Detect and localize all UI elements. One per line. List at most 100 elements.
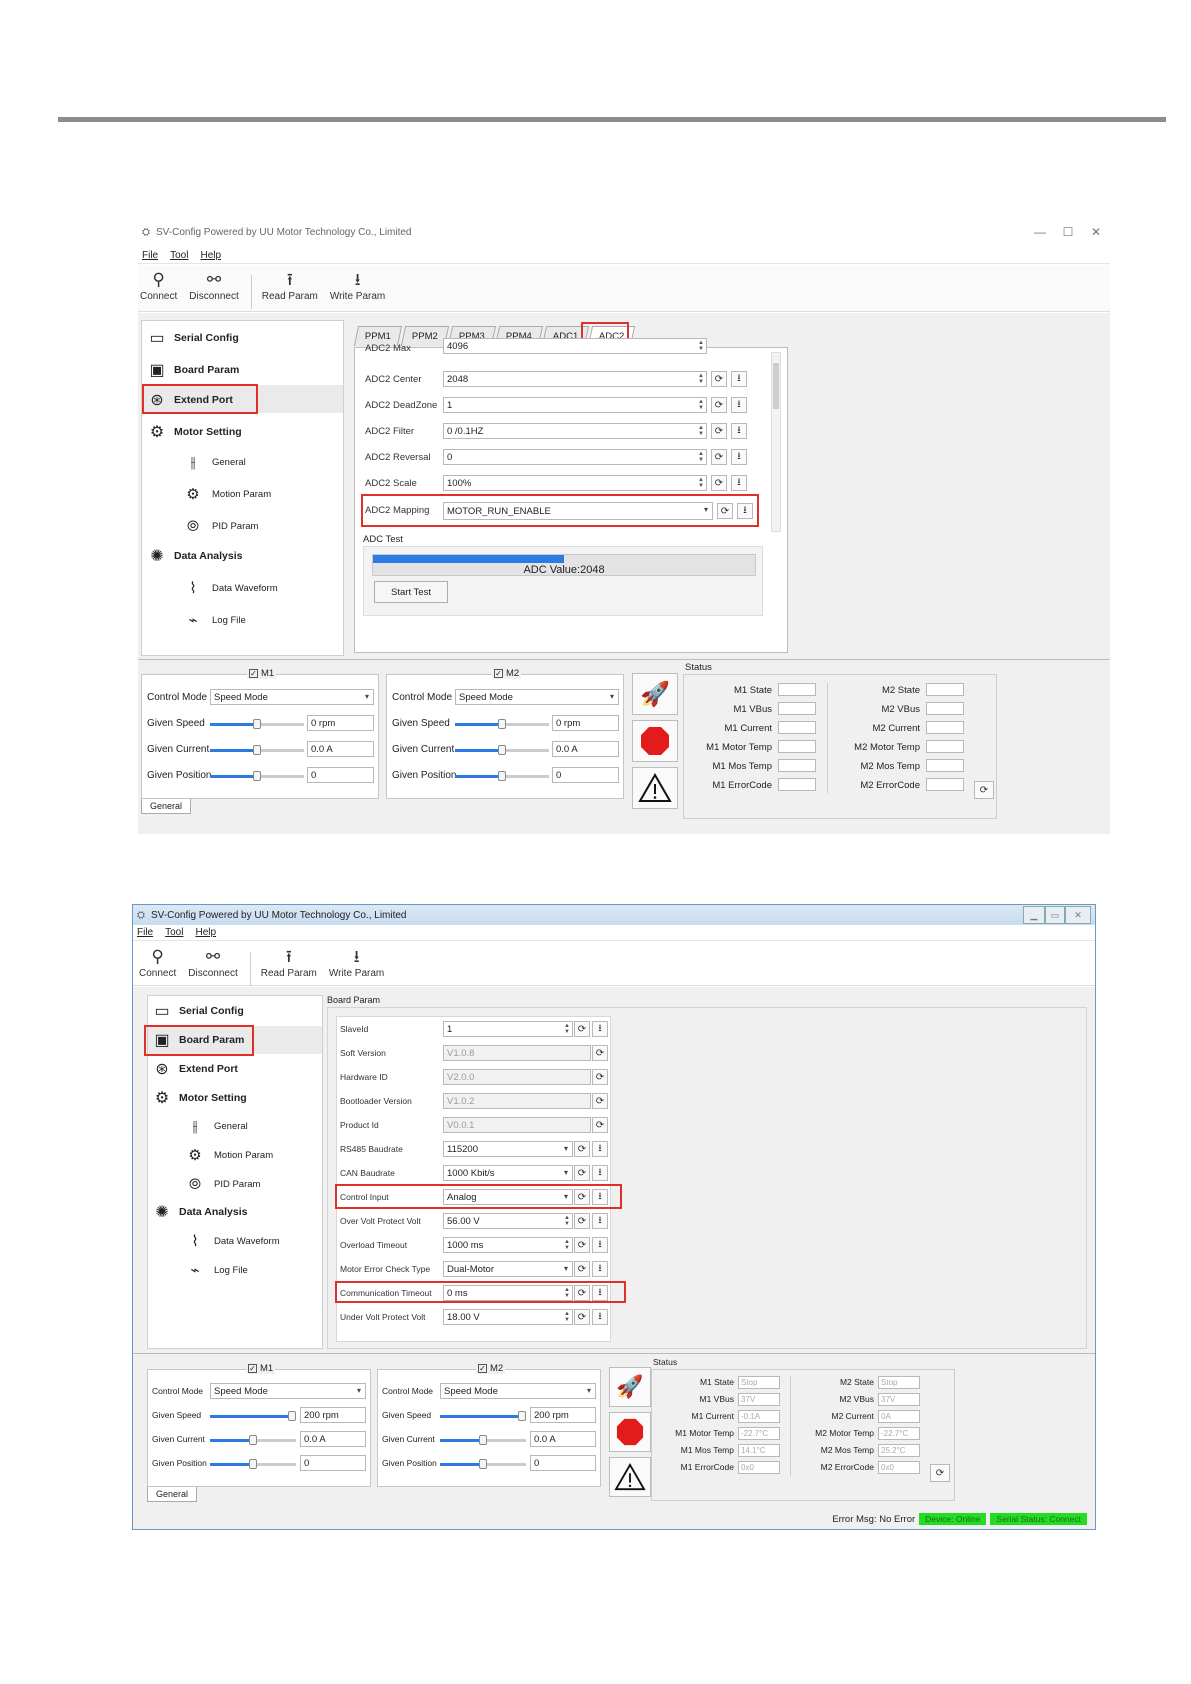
nav-motor-setting[interactable]: ⚙ Motor Setting xyxy=(145,421,242,443)
nav-pid-param[interactable]: ⦾ PID Param xyxy=(182,1173,260,1195)
m1-given-speed-input[interactable]: 200 rpm xyxy=(300,1407,366,1423)
download-icon[interactable]: ⭳ xyxy=(592,1213,608,1229)
download-icon[interactable]: ⭳ xyxy=(592,1165,608,1181)
run-button[interactable]: 🚀 xyxy=(609,1367,651,1407)
adc2-center-input[interactable]: 2048 ▲ ▼ xyxy=(443,371,707,387)
refresh-icon[interactable]: ⟳ xyxy=(711,371,727,387)
refresh-icon[interactable]: ⟳ xyxy=(574,1237,590,1253)
adc2-reversal-input[interactable]: 0 ▲ ▼ xyxy=(443,449,707,465)
stop-button[interactable] xyxy=(632,720,678,762)
menu-tool[interactable]: Tool xyxy=(165,927,183,938)
m2-given-current-input[interactable]: 0.0 A xyxy=(552,741,619,757)
warning-button[interactable] xyxy=(632,767,678,809)
tab-general-bottom[interactable]: General xyxy=(147,1487,198,1502)
nav-board-param[interactable]: ▣ Board Param xyxy=(145,359,239,381)
read-param-button[interactable]: ⭱ Read Param xyxy=(261,946,317,979)
m1-checkbox[interactable]: ✓ M1 xyxy=(247,668,277,679)
menu-file[interactable]: File xyxy=(137,927,153,938)
m2-checkbox[interactable]: ✓ M2 xyxy=(476,1363,506,1374)
m2-control-mode-select[interactable]: Speed Mode ▾ xyxy=(455,689,619,705)
nav-general[interactable]: ⫲ General xyxy=(180,451,246,473)
nav-data-analysis[interactable]: ✺ Data Analysis xyxy=(145,545,242,567)
refresh-icon[interactable]: ⟳ xyxy=(592,1117,608,1133)
refresh-icon[interactable]: ⟳ xyxy=(711,397,727,413)
m1-position-slider[interactable] xyxy=(210,1459,296,1469)
minimize-icon[interactable]: — xyxy=(1026,222,1054,242)
slider-knob[interactable] xyxy=(498,771,506,781)
under-volt-input[interactable]: 18.00 V ▲ ▼ xyxy=(443,1309,573,1325)
refresh-icon[interactable]: ⟳ xyxy=(574,1213,590,1229)
m1-control-mode-select[interactable]: Speed Mode ▾ xyxy=(210,689,374,705)
write-param-button[interactable]: ⭳ Write Param xyxy=(329,946,384,979)
overload-timeout-input[interactable]: 1000 ms ▲ ▼ xyxy=(443,1237,573,1253)
refresh-icon[interactable]: ⟳ xyxy=(574,1165,590,1181)
m2-given-position-input[interactable]: 0 xyxy=(530,1455,596,1471)
refresh-icon[interactable]: ⟳ xyxy=(592,1093,608,1109)
slider-knob[interactable] xyxy=(253,745,261,755)
m2-given-speed-input[interactable]: 200 rpm xyxy=(530,1407,596,1423)
nav-motion-param[interactable]: ⚙ Motion Param xyxy=(180,483,271,505)
nav-data-analysis[interactable]: ✺ Data Analysis xyxy=(150,1201,247,1223)
nav-log-file[interactable]: ⌁ Log File xyxy=(180,609,245,631)
disconnect-button[interactable]: ⚯ Disconnect xyxy=(189,269,238,302)
slider-knob[interactable] xyxy=(479,1459,487,1469)
spin-arrows-icon[interactable]: ▲ ▼ xyxy=(697,340,705,352)
refresh-icon[interactable]: ⟳ xyxy=(574,1141,590,1157)
m2-control-mode-select[interactable]: Speed Mode ▾ xyxy=(440,1383,596,1399)
download-icon[interactable]: ⭳ xyxy=(731,423,747,439)
refresh-status-icon[interactable]: ⟳ xyxy=(974,781,994,799)
nav-motion-param[interactable]: ⚙ Motion Param xyxy=(182,1144,273,1166)
nav-data-waveform[interactable]: ⌇ Data Waveform xyxy=(180,577,277,599)
menu-help[interactable]: Help xyxy=(195,927,216,938)
m2-position-slider[interactable] xyxy=(455,771,549,781)
read-param-button[interactable]: ⭱ Read Param xyxy=(262,269,318,302)
nav-serial-config[interactable]: ▭ Serial Config xyxy=(150,1000,243,1022)
nav-extend-port[interactable]: ⊛ Extend Port xyxy=(150,1058,238,1080)
maximize-icon[interactable]: ▭ xyxy=(1045,906,1065,924)
refresh-icon[interactable]: ⟳ xyxy=(574,1261,590,1277)
slider-knob[interactable] xyxy=(288,1411,296,1421)
slider-knob[interactable] xyxy=(253,719,261,729)
m2-current-slider[interactable] xyxy=(440,1435,526,1445)
download-icon[interactable]: ⭳ xyxy=(731,449,747,465)
download-icon[interactable]: ⭳ xyxy=(731,371,747,387)
slider-knob[interactable] xyxy=(249,1459,257,1469)
slider-knob[interactable] xyxy=(498,719,506,729)
m2-speed-slider[interactable] xyxy=(440,1411,526,1421)
m1-speed-slider[interactable] xyxy=(210,719,304,729)
refresh-icon[interactable]: ⟳ xyxy=(711,423,727,439)
connect-button[interactable]: ⚲ Connect xyxy=(139,946,176,979)
download-icon[interactable]: ⭳ xyxy=(592,1309,608,1325)
nav-motor-setting[interactable]: ⚙ Motor Setting xyxy=(150,1087,247,1109)
nav-pid-param[interactable]: ⦾ PID Param xyxy=(180,515,258,537)
spin-arrows-icon[interactable]: ▲ ▼ xyxy=(563,1023,571,1035)
slider-knob[interactable] xyxy=(518,1411,526,1421)
m1-checkbox[interactable]: ✓ M1 xyxy=(246,1363,276,1374)
spin-arrows-icon[interactable]: ▲ ▼ xyxy=(697,399,705,411)
m2-current-slider[interactable] xyxy=(455,745,549,755)
refresh-icon[interactable]: ⟳ xyxy=(574,1021,590,1037)
stop-button[interactable] xyxy=(609,1412,651,1452)
refresh-icon[interactable]: ⟳ xyxy=(711,475,727,491)
spin-arrows-icon[interactable]: ▲ ▼ xyxy=(563,1239,571,1251)
m1-control-mode-select[interactable]: Speed Mode ▾ xyxy=(210,1383,366,1399)
slider-knob[interactable] xyxy=(253,771,261,781)
rs485-baudrate-select[interactable]: 115200 ▾ xyxy=(443,1141,573,1157)
m1-position-slider[interactable] xyxy=(210,771,304,781)
refresh-icon[interactable]: ⟳ xyxy=(711,449,727,465)
motor-error-check-select[interactable]: Dual-Motor ▾ xyxy=(443,1261,573,1277)
nav-serial-config[interactable]: ▭ Serial Config xyxy=(145,327,238,349)
disconnect-button[interactable]: ⚯ Disconnect xyxy=(188,946,237,979)
scrollbar-thumb[interactable] xyxy=(773,363,779,409)
run-button[interactable]: 🚀 xyxy=(632,673,678,715)
m1-given-position-input[interactable]: 0 xyxy=(300,1455,366,1471)
start-test-button[interactable]: Start Test xyxy=(374,581,448,603)
refresh-icon[interactable]: ⟳ xyxy=(592,1045,608,1061)
spin-arrows-icon[interactable]: ▲ ▼ xyxy=(697,373,705,385)
nav-general[interactable]: ⫲ General xyxy=(182,1115,248,1137)
adc2-deadzone-input[interactable]: 1 ▲ ▼ xyxy=(443,397,707,413)
download-icon[interactable]: ⭳ xyxy=(592,1021,608,1037)
write-param-button[interactable]: ⭳ Write Param xyxy=(330,269,385,302)
tab-general-bottom[interactable]: General xyxy=(141,799,192,814)
m2-given-current-input[interactable]: 0.0 A xyxy=(530,1431,596,1447)
